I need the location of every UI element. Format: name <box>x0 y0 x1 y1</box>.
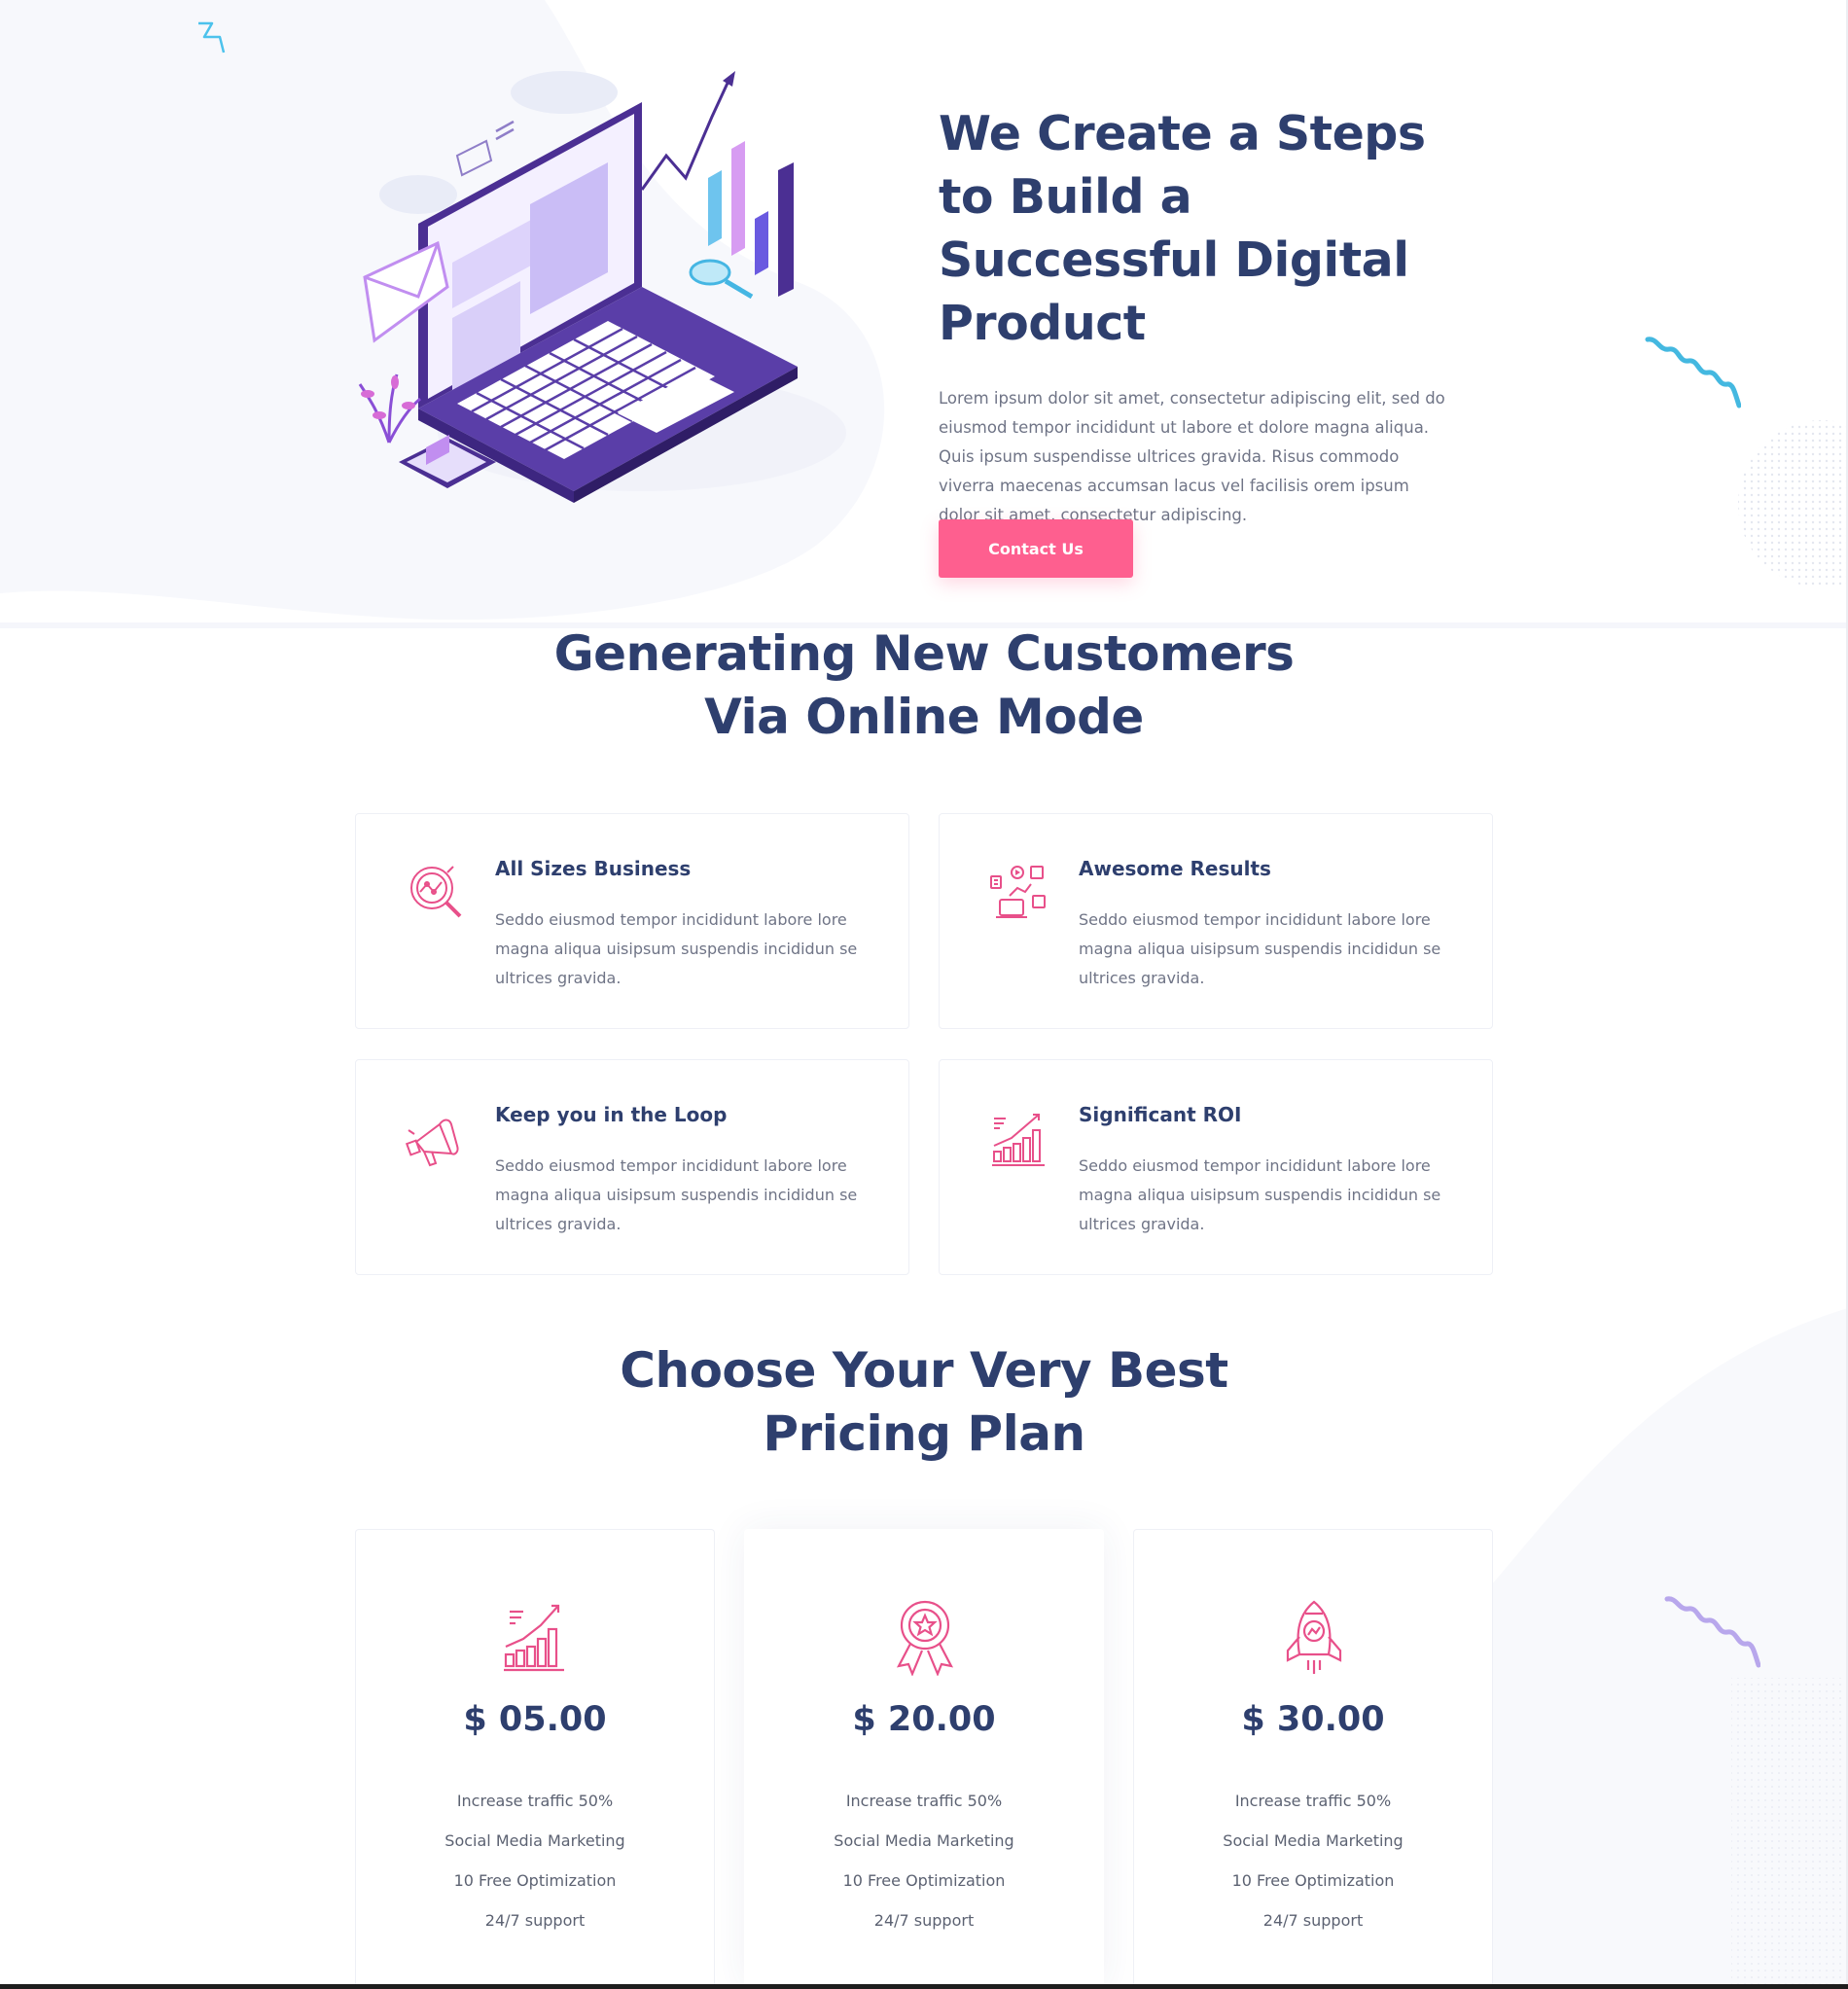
plan-feature: Social Media Marketing <box>444 1831 625 1850</box>
service-card: Significant ROI Seddo eiusmod tempor inc… <box>939 1059 1493 1275</box>
service-card-text: Seddo eiusmod tempor incididunt labore l… <box>1079 910 1441 987</box>
pricing-card: $ 05.00 Increase traffic 50% Social Medi… <box>355 1529 715 1989</box>
plan-feature: Increase traffic 50% <box>1234 1792 1392 1810</box>
service-card-text: Seddo eiusmod tempor incididunt labore l… <box>495 910 858 987</box>
magnifier-chart-icon <box>410 866 462 918</box>
services-title-line2: Via Online Mode <box>704 689 1144 745</box>
page-bottom-edge <box>0 1984 1848 1989</box>
plan-price: $ 05.00 <box>463 1700 607 1739</box>
hero-title: We Create a Steps to Build a Successful … <box>939 106 1426 351</box>
plan-feature: 24/7 support <box>1262 1911 1364 1930</box>
pricing-card: $ 30.00 Increase traffic 50% Social Medi… <box>1133 1529 1493 1989</box>
hero-copy: We Create a Steps to Build a Successful … <box>939 102 1483 530</box>
plan-feature: Increase traffic 50% <box>845 1792 1003 1810</box>
wave-decoration-icon <box>1664 1596 1760 1668</box>
plan-feature: 10 Free Optimization <box>453 1871 617 1890</box>
social-marketing-icon <box>990 866 1046 918</box>
service-card-title: Awesome Results <box>1079 857 1271 880</box>
laptop-illustration <box>358 71 846 503</box>
plan-feature-list: Increase traffic 50% Social Media Market… <box>745 1781 1103 1940</box>
zigzag-decoration-icon <box>198 21 226 53</box>
pricing-title-line2: Pricing Plan <box>763 1405 1085 1462</box>
contact-us-button[interactable]: Contact Us <box>939 519 1133 578</box>
plan-feature-list: Increase traffic 50% Social Media Market… <box>1134 1781 1492 1940</box>
plan-feature: Increase traffic 50% <box>456 1792 614 1810</box>
service-card-title: Significant ROI <box>1079 1103 1242 1126</box>
hero-description: Lorem ipsum dolor sit amet, consectetur … <box>939 389 1445 524</box>
dot-pattern-decoration <box>1738 420 1848 587</box>
rocket-icon <box>1286 1600 1342 1674</box>
megaphone-icon <box>405 1119 459 1167</box>
plan-feature: 24/7 support <box>873 1911 975 1930</box>
wave-decoration-icon <box>1645 337 1741 408</box>
service-card: All Sizes Business Seddo eiusmod tempor … <box>355 813 909 1029</box>
award-badge-icon <box>896 1600 954 1676</box>
service-card-title: All Sizes Business <box>495 857 692 880</box>
service-card-text: Seddo eiusmod tempor incididunt labore l… <box>1079 1156 1441 1233</box>
plan-feature: Social Media Marketing <box>1223 1831 1404 1850</box>
plan-feature: 10 Free Optimization <box>842 1871 1006 1890</box>
service-card: Awesome Results Seddo eiusmod tempor inc… <box>939 813 1493 1029</box>
hero-background-shape <box>0 0 885 621</box>
pricing-title: Choose Your Very Best Pricing Plan <box>0 1339 1848 1466</box>
plan-price: $ 30.00 <box>1241 1700 1385 1739</box>
plan-feature: 24/7 support <box>484 1911 586 1930</box>
growth-chart-icon <box>504 1604 564 1672</box>
service-card-title: Keep you in the Loop <box>495 1103 728 1126</box>
hero-section: We Create a Steps to Build a Successful … <box>0 0 1848 627</box>
services-title-line1: Generating New Customers <box>553 625 1295 682</box>
services-title: Generating New Customers Via Online Mode <box>0 622 1848 749</box>
pricing-title-line1: Choose Your Very Best <box>620 1342 1228 1399</box>
plan-feature-list: Increase traffic 50% Social Media Market… <box>356 1781 714 1940</box>
pricing-card: $ 20.00 Increase traffic 50% Social Medi… <box>744 1529 1104 1989</box>
plan-feature: 10 Free Optimization <box>1231 1871 1395 1890</box>
service-card: Keep you in the Loop Seddo eiusmod tempo… <box>355 1059 909 1275</box>
service-card-text: Seddo eiusmod tempor incididunt labore l… <box>495 1156 858 1233</box>
growth-chart-icon <box>992 1114 1045 1166</box>
plan-price: $ 20.00 <box>852 1700 996 1739</box>
plan-feature: Social Media Marketing <box>834 1831 1014 1850</box>
